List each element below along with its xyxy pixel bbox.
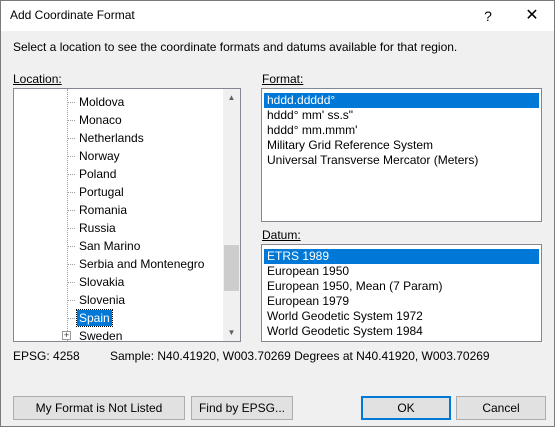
datum-list-item[interactable]: World Geodetic System 1984 [264,324,426,339]
expand-icon[interactable]: + [62,331,71,340]
tree-connector [67,228,75,229]
tree-item-label: Moldova [79,95,125,109]
ok-button[interactable]: OK [361,396,451,420]
datum-list-item[interactable]: World Geodetic System 1972 [264,309,426,324]
tree-item[interactable]: + Sweden [14,327,224,342]
tree-connector [67,282,75,283]
location-scrollbar[interactable]: ▲ ▼ [223,89,240,341]
epsg-code: EPSG: 4258 [13,349,80,363]
format-list-item[interactable]: Universal Transverse Mercator (Meters) [264,153,481,168]
datum-list-item[interactable]: European 1979 [264,294,352,309]
format-list-item[interactable]: hddd° mm.mmm' [264,123,360,138]
tree-item[interactable]: Monaco [14,111,224,129]
title-bar: Add Coordinate Format ? ✕ [1,1,554,31]
close-icon[interactable]: ✕ [510,1,554,31]
tree-item-label: Monaco [79,113,122,127]
sample-text: Sample: N40.41920, W003.70269 Degrees at… [110,349,490,363]
datum-label: Datum: [262,228,301,242]
cancel-button[interactable]: Cancel [456,396,546,420]
tree-connector [67,102,75,103]
tree-item-label: San Marino [79,239,141,253]
format-label: Format: [262,72,303,86]
datum-list-item[interactable]: European 1950, Mean (7 Param) [264,279,445,294]
tree-connector [67,156,75,157]
location-label-text: Location: [13,72,62,86]
tree-item[interactable]: Serbia and Montenegro [14,255,224,273]
tree-connector [67,120,75,121]
tree-item[interactable]: Slovakia [14,273,224,291]
datum-label-text: Datum: [262,228,301,242]
help-icon[interactable]: ? [466,1,510,31]
tree-item[interactable]: Romania [14,201,224,219]
location-tree[interactable]: Moldova Monaco Netherlands Norway Poland Port… [13,88,241,342]
tree-connector [67,246,75,247]
tree-item[interactable]: Russia [14,219,224,237]
tree-item-label: Poland [79,167,117,181]
tree-item[interactable]: Portugal [14,183,224,201]
tree-connector [67,138,75,139]
tree-item[interactable]: Norway [14,147,224,165]
add-coordinate-format-dialog: Add Coordinate Format ? ✕ Select a locat… [0,0,555,427]
tree-item-label: Spain [76,309,113,327]
instructions-text: Select a location to see the coordinate … [13,40,458,54]
tree-item-label: Norway [79,149,120,163]
tree-item[interactable]: Netherlands [14,129,224,147]
tree-item-label: Netherlands [79,131,144,145]
format-list-item[interactable]: Military Grid Reference System [264,138,436,153]
tree-item-label: Slovakia [79,275,125,289]
tree-item[interactable]: Moldova [14,93,224,111]
datum-list-item[interactable]: ETRS 1989 [264,249,539,264]
tree-connector [67,300,75,301]
tree-item[interactable]: San Marino [14,237,224,255]
tree-item-label: Slovenia [79,293,126,307]
tree-item-label: Sweden [79,329,123,342]
scroll-up-icon[interactable]: ▲ [223,89,240,106]
tree-item-label: Serbia and Montenegro [79,257,205,271]
format-not-listed-button[interactable]: My Format is Not Listed [13,396,185,420]
tree-connector [67,192,75,193]
scroll-down-icon[interactable]: ▼ [223,324,240,341]
format-list-item[interactable]: hddd.ddddd° [264,93,539,108]
window-title: Add Coordinate Format [10,8,135,22]
location-label: Location: [13,72,62,86]
tree-connector [67,210,75,211]
find-by-epsg-button[interactable]: Find by EPSG... [191,396,293,420]
tree-item[interactable]: Slovenia [14,291,224,309]
tree-item-label: Romania [79,203,128,217]
datum-list[interactable]: ETRS 1989 European 1950 European 1950, Mea… [261,244,542,342]
scroll-thumb[interactable] [224,245,239,291]
tree-connector [67,318,75,319]
format-list-item[interactable]: hddd° mm' ss.s" [264,108,356,123]
tree-item[interactable]: Poland [14,165,224,183]
format-label-text: Format: [262,72,304,86]
format-list[interactable]: hddd.ddddd° hddd° mm' ss.s" hddd° mm.mmm' M… [261,88,542,222]
tree-connector [67,264,75,265]
tree-item-label: Portugal [79,185,124,199]
datum-list-item[interactable]: European 1950 [264,264,352,279]
tree-connector [67,174,75,175]
tree-item[interactable]: Spain [14,309,224,327]
tree-item-label: Russia [79,221,116,235]
